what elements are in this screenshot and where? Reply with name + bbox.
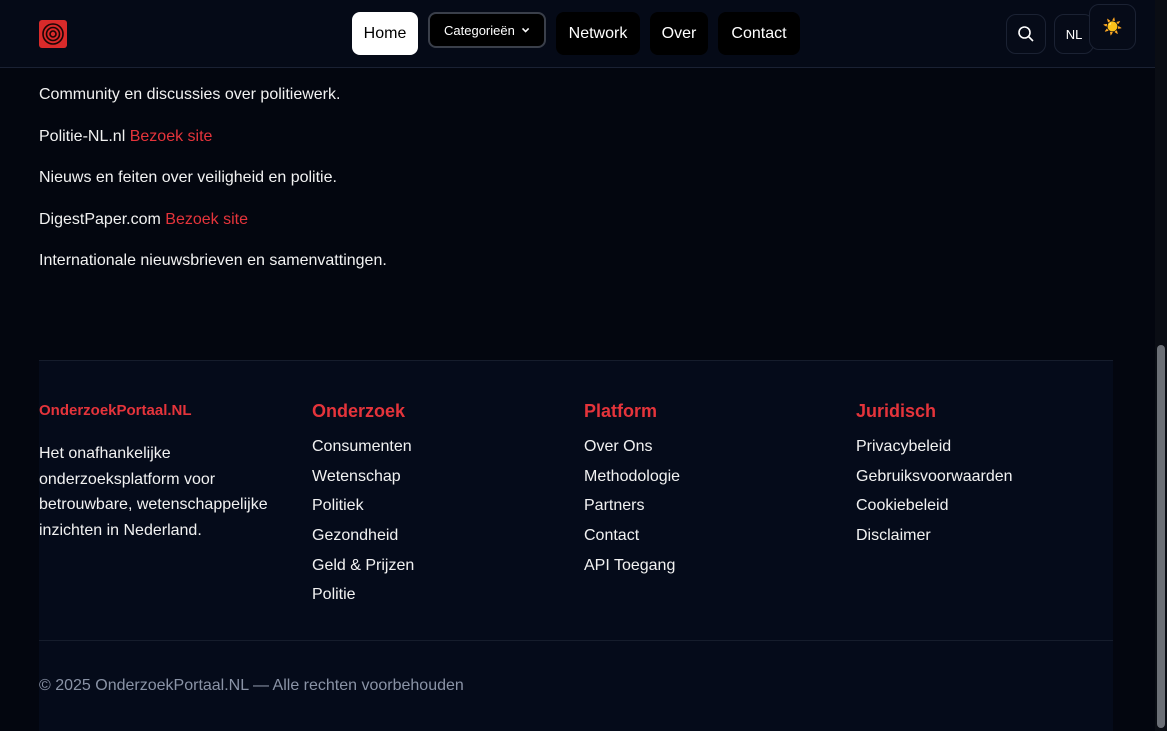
nav-home[interactable]: Home: [352, 12, 418, 55]
nav-categories-label: Categorieën: [444, 22, 515, 38]
site-entry: Politie-NL.nl Bezoek site: [39, 128, 212, 146]
visit-site-link[interactable]: Bezoek site: [165, 211, 248, 228]
footer-column-title: Platform: [584, 401, 658, 421]
search-icon: [1018, 26, 1034, 42]
footer-link-partners[interactable]: Partners: [584, 495, 680, 525]
footer-link-cookiebeleid[interactable]: Cookiebeleid: [856, 495, 1013, 525]
site-footer: OnderzoekPortaal.NL Het onafhankelijke o…: [39, 360, 1113, 731]
footer-column-title: Juridisch: [856, 401, 937, 421]
footer-link-disclaimer[interactable]: Disclaimer: [856, 525, 1013, 555]
site-description: Internationale nieuwsbrieven en samenvat…: [39, 252, 387, 269]
footer-link-contact[interactable]: Contact: [584, 525, 680, 555]
footer-brand-description: Het onafhankelijke onderzoeksplatform vo…: [39, 445, 268, 539]
target-logo-icon[interactable]: [39, 20, 67, 48]
site-entry: DigestPaper.com Bezoek site: [39, 211, 248, 229]
footer-link-consumenten[interactable]: Consumenten: [312, 436, 414, 466]
site-header: Home Categorieën Network Over Contact NL…: [0, 0, 1155, 68]
footer-link-over-ons[interactable]: Over Ons: [584, 436, 680, 466]
chevron-down-icon: [521, 27, 530, 33]
visit-site-link[interactable]: Bezoek site: [130, 128, 213, 145]
nav-contact[interactable]: Contact: [718, 12, 800, 55]
site-name: DigestPaper.com: [39, 211, 161, 228]
copyright-text: © 2025 OnderzoekPortaal.NL — Alle rechte…: [39, 677, 464, 694]
footer-link-gebruiksvoorwaarden[interactable]: Gebruiksvoorwaarden: [856, 466, 1013, 496]
nav-network[interactable]: Network: [556, 12, 640, 55]
footer-link-privacybeleid[interactable]: Privacybeleid: [856, 436, 1013, 466]
scrollbar-thumb[interactable]: [1157, 345, 1165, 728]
main-nav: Home Categorieën Network Over Contact: [352, 12, 800, 55]
footer-link-politie[interactable]: Politie: [312, 584, 414, 614]
footer-brand-title[interactable]: OnderzoekPortaal.NL: [39, 402, 192, 419]
footer-link-gezondheid[interactable]: Gezondheid: [312, 525, 414, 555]
footer-link-geld-prijzen[interactable]: Geld & Prijzen: [312, 555, 414, 585]
site-description: Community en discussies over politiewerk…: [39, 86, 341, 103]
page-scrollbar[interactable]: [1155, 0, 1167, 731]
language-button[interactable]: NL: [1054, 14, 1094, 54]
footer-column-platform: Platform Over Ons Methodologie Partners …: [584, 401, 680, 584]
search-button[interactable]: [1006, 14, 1046, 54]
footer-link-methodologie[interactable]: Methodologie: [584, 466, 680, 496]
footer-link-wetenschap[interactable]: Wetenschap: [312, 466, 414, 496]
nav-about[interactable]: Over: [650, 12, 708, 55]
site-name: Politie-NL.nl: [39, 128, 126, 145]
footer-link-api-toegang[interactable]: API Toegang: [584, 555, 680, 585]
footer-column-juridisch: Juridisch Privacybeleid Gebruiksvoorwaar…: [856, 401, 1013, 555]
footer-link-politiek[interactable]: Politiek: [312, 495, 414, 525]
theme-toggle-button[interactable]: ☀️: [1089, 4, 1136, 50]
footer-column-title: Onderzoek: [312, 401, 406, 421]
sun-icon: ☀️: [1102, 19, 1123, 36]
footer-divider: [39, 640, 1113, 641]
footer-column-onderzoek: Onderzoek Consumenten Wetenschap Politie…: [312, 401, 414, 614]
site-description: Nieuws en feiten over veiligheid en poli…: [39, 169, 337, 186]
nav-categories-dropdown[interactable]: Categorieën: [428, 12, 546, 48]
